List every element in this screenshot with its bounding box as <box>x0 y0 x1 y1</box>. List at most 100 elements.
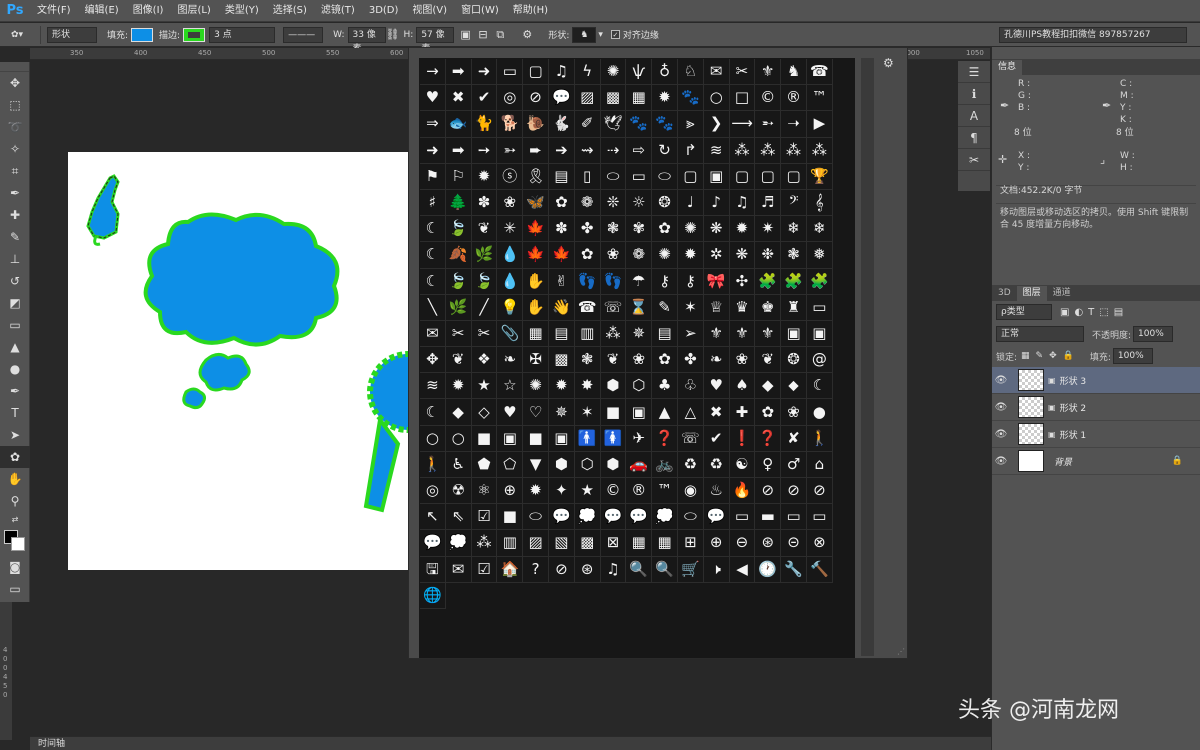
shape-preset[interactable]: ☯ <box>729 451 756 478</box>
chevron-down-icon[interactable]: ▾ <box>598 30 603 40</box>
menu-item[interactable]: 选择(S) <box>266 0 314 22</box>
gradient-tool-icon[interactable]: ▭ <box>0 314 30 336</box>
shape-preset[interactable]: ♞ <box>781 59 807 86</box>
layer-filter-icons[interactable]: ▣◐T⬚▤ <box>1060 307 1128 318</box>
shape-preset[interactable]: ▨ <box>523 530 549 557</box>
shape-preset[interactable]: ★ <box>574 478 601 505</box>
shape-preset[interactable]: ⚷ <box>677 268 704 295</box>
shape-preset[interactable]: ▥ <box>497 530 524 557</box>
character-panel-icon[interactable]: A <box>958 105 990 127</box>
clone-stamp-tool-icon[interactable]: ⊥ <box>0 248 30 270</box>
shape-preset[interactable]: 🔥 <box>729 478 756 505</box>
shape-preset[interactable]: ❃ <box>574 347 601 374</box>
shape-preset[interactable]: ▣ <box>703 163 730 190</box>
shape-preset[interactable]: ☂ <box>626 268 653 295</box>
paragraph-panel-icon[interactable]: ¶ <box>958 127 990 149</box>
shape-preset[interactable]: ❅ <box>806 242 833 269</box>
shape-preset[interactable]: ⁂ <box>755 137 782 164</box>
shape-preset[interactable]: ○ <box>445 425 472 452</box>
shape-preset[interactable]: ▣ <box>626 399 653 426</box>
shape-preset[interactable]: ⊛ <box>755 530 782 557</box>
shape-preset[interactable]: ☾ <box>420 399 446 426</box>
shape-preset[interactable]: ▼ <box>523 451 549 478</box>
shape-preset[interactable]: ⊗ <box>806 530 833 557</box>
fill-input[interactable]: 100% <box>1112 348 1153 364</box>
shape-preset[interactable]: → <box>420 59 446 86</box>
shape-preset[interactable]: ▭ <box>781 504 807 531</box>
shape-preset[interactable]: ⌂ <box>806 451 833 478</box>
resize-grip-icon[interactable]: ⋰ <box>897 647 905 656</box>
shape-preset[interactable]: 💭 <box>445 530 472 557</box>
shape-preset[interactable]: 🔨 <box>806 556 833 583</box>
shape-preset[interactable]: ® <box>626 478 653 505</box>
shape-preset[interactable]: ⬡ <box>574 451 601 478</box>
shape-preset[interactable]: ⚑ <box>420 163 446 190</box>
zoom-tool-icon[interactable]: ⚲ <box>0 490 30 512</box>
shape-preset[interactable]: ✦ <box>548 478 575 505</box>
swap-colors-icon[interactable]: ⇄ <box>0 512 30 526</box>
shape-preset[interactable]: ❂ <box>781 347 807 374</box>
shape-preset[interactable]: ➜ <box>420 137 446 164</box>
shape-preset[interactable]: ☏ <box>677 425 704 452</box>
tab-channels[interactable]: 通道 <box>1047 286 1077 301</box>
shape-preset[interactable]: ⁂ <box>781 137 807 164</box>
shape-preset[interactable]: ➜ <box>471 59 498 86</box>
shape-preset[interactable]: ■ <box>600 399 627 426</box>
shape-preset[interactable]: ✶ <box>677 294 704 321</box>
shape-preset[interactable]: ➡ <box>445 59 472 86</box>
shape-preset[interactable]: ✔ <box>703 425 730 452</box>
toolbar-grip[interactable] <box>0 62 29 72</box>
shape-preset[interactable]: ○ <box>420 425 446 452</box>
shape-preset[interactable]: ⚜ <box>703 320 730 348</box>
shape-preset[interactable]: ⊘ <box>781 478 807 505</box>
shape-preset[interactable]: ❋ <box>703 216 730 243</box>
shape-preset[interactable]: ⓢ <box>497 163 524 190</box>
shape-preset[interactable]: ◎ <box>420 478 446 505</box>
shape-preset[interactable]: ⬭ <box>600 163 627 190</box>
shape-preset[interactable]: ⬭ <box>677 504 704 531</box>
shape-preset[interactable]: ✠ <box>523 347 549 374</box>
shape-preset[interactable]: ⊛ <box>574 556 601 583</box>
shape-preset[interactable]: ■ <box>471 425 498 452</box>
shape-preset[interactable]: ⊘ <box>523 85 549 112</box>
shape-preset[interactable]: ❗ <box>729 425 756 452</box>
shape-preset[interactable]: ⬟ <box>471 451 498 478</box>
shape-preset[interactable]: 🌿 <box>471 242 498 269</box>
layer-name[interactable]: 背景 <box>1054 455 1072 468</box>
shape-preset[interactable]: ✣ <box>729 268 756 295</box>
shape-preset[interactable]: ♕ <box>703 294 730 321</box>
shape-preset[interactable]: ╱ <box>471 294 498 321</box>
layer-row[interactable]: 👁 背景 🔒 <box>992 448 1200 475</box>
shape-preset[interactable]: ⇝ <box>574 137 601 164</box>
path-operations-icon[interactable]: ▣ <box>460 23 478 47</box>
shape-preset[interactable]: 💬 <box>548 85 575 112</box>
shape-preset[interactable]: ❓ <box>652 425 678 452</box>
shape-preset[interactable]: ▤ <box>652 320 678 348</box>
shape-preset[interactable]: ☢ <box>445 478 472 505</box>
pen-tool-icon[interactable]: ✒ <box>0 380 30 402</box>
shape-preset[interactable]: ▲ <box>652 399 678 426</box>
shape-preset[interactable]: ▭ <box>729 504 756 531</box>
picker-scrollbar[interactable] <box>861 58 874 656</box>
shape-preset[interactable]: ☎ <box>806 59 833 86</box>
shape-preset[interactable]: 𝄢 <box>781 189 807 217</box>
custom-shape-tool-preset-icon[interactable]: ✿▾ <box>0 23 34 47</box>
eye-icon[interactable]: 👁 <box>992 402 1010 413</box>
shape-preset[interactable]: ⊕ <box>497 478 524 505</box>
shape-preset[interactable]: ✉ <box>703 59 730 86</box>
shape-preset[interactable]: ✈ <box>626 425 653 452</box>
shape-preset[interactable]: ▣ <box>497 425 524 452</box>
shape-preset[interactable]: 💧 <box>497 242 524 269</box>
shape-preset[interactable]: 💡 <box>497 294 524 321</box>
shape-preset[interactable]: 🐾 <box>626 111 653 138</box>
shape-preset[interactable]: ➔ <box>548 137 575 164</box>
shape-preset[interactable]: 👣 <box>574 268 601 295</box>
shape-preset[interactable]: ➨ <box>523 137 549 164</box>
shape-preset[interactable]: ⁂ <box>471 530 498 557</box>
shape-preset[interactable]: ➳ <box>497 137 524 164</box>
shape-preset[interactable]: 🚗 <box>626 451 653 478</box>
shape-preset[interactable]: ⊖ <box>729 530 756 557</box>
shape-preset[interactable]: ❦ <box>600 347 627 374</box>
shape-preset[interactable]: ▩ <box>548 347 575 374</box>
shape-preset[interactable]: ? <box>523 556 549 583</box>
